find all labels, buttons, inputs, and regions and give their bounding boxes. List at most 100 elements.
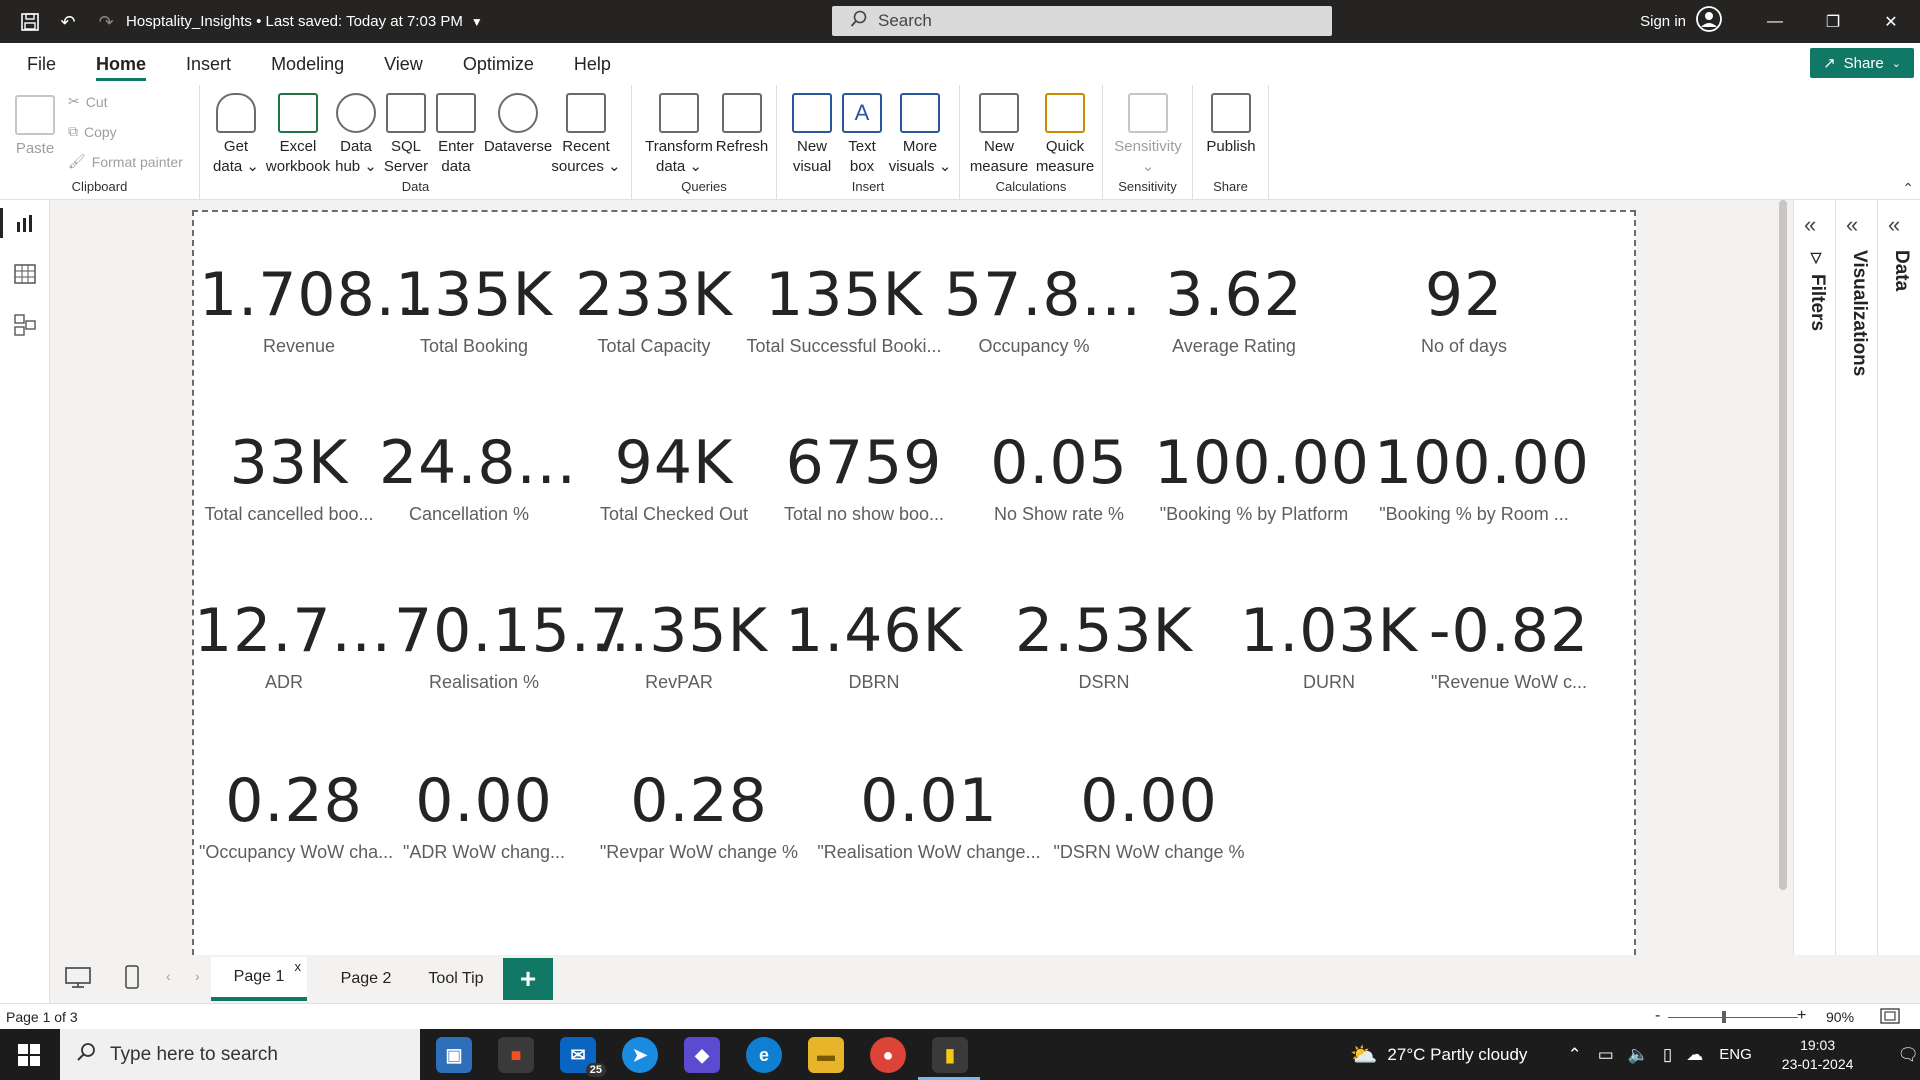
next-page-icon[interactable]: ›	[195, 968, 200, 984]
kpi-card-total-successful-bookings[interactable]: 135K Total Successful Booki...	[744, 260, 944, 357]
quick-measure-button[interactable]: Quick measure	[1032, 93, 1098, 177]
kpi-card-cancellation[interactable]: 24.8... Cancellation %	[379, 428, 576, 525]
kpi-card-realisation-wow-change[interactable]: 0.01 "Realisation WoW change...	[814, 766, 1044, 863]
kpi-card-revenue[interactable]: 1.708... Revenue	[199, 260, 435, 357]
page-tab-tool-tip[interactable]: Tool Tip	[413, 957, 499, 1001]
maximize-button[interactable]: ❐	[1804, 0, 1862, 43]
transform-data-button[interactable]: Transform data ⌄	[642, 93, 716, 177]
minimize-button[interactable]: —	[1746, 0, 1804, 43]
refresh-button[interactable]: Refresh	[712, 93, 772, 157]
text-box-button[interactable]: A Text box	[832, 93, 892, 177]
publish-button[interactable]: Publish	[1201, 93, 1261, 157]
zoom-in-button[interactable]: +	[1797, 1007, 1806, 1025]
kpi-card-no-of-days[interactable]: 92 No of days	[1374, 260, 1554, 357]
redo-icon[interactable]: ↷	[94, 10, 118, 34]
copy-button[interactable]: ⧉ Copy	[68, 123, 117, 140]
notifications-icon[interactable]: 🗨	[1897, 1045, 1919, 1065]
format-painter-button[interactable]: 🖌 Format painter	[68, 153, 183, 170]
cut-button[interactable]: ✂ Cut	[68, 93, 108, 110]
volume-icon[interactable]: 🔈	[1628, 1045, 1649, 1065]
task-view-icon[interactable]: ▣	[436, 1037, 472, 1073]
excel-workbook-button[interactable]: Excel workbook	[262, 93, 334, 177]
zoom-out-button[interactable]: -	[1655, 1007, 1660, 1025]
kpi-card-adr-wow-change[interactable]: 0.00 "ADR WoW chang...	[389, 766, 579, 863]
tab-modeling[interactable]: Modeling	[251, 43, 364, 85]
chrome-icon[interactable]: ●	[870, 1037, 906, 1073]
sensitivity-button[interactable]: Sensitivity ⌄	[1109, 93, 1187, 177]
kpi-card-total-capacity[interactable]: 233K Total Capacity	[564, 260, 744, 357]
kpi-card-average-rating[interactable]: 3.62 Average Rating	[1144, 260, 1324, 357]
dataverse-button[interactable]: Dataverse	[483, 93, 553, 157]
kpi-card-occupancy-wow-change[interactable]: 0.28 "Occupancy WoW cha...	[199, 766, 393, 863]
previous-page-icon[interactable]: ‹	[166, 968, 171, 984]
kpi-card-booking-by-room[interactable]: 100.00 "Booking % by Room ...	[1374, 428, 1589, 525]
canvas-scrollbar[interactable]	[1777, 200, 1789, 900]
language-indicator[interactable]: ENG	[1719, 1046, 1752, 1063]
mobile-layout-icon[interactable]	[125, 965, 139, 994]
expand-filters-icon[interactable]: «	[1804, 212, 1816, 238]
windows-start-icon[interactable]	[18, 1044, 40, 1071]
kpi-card-durn[interactable]: 1.03K DURN	[1239, 596, 1419, 693]
add-page-button[interactable]: +	[503, 958, 553, 1000]
desktop-layout-icon[interactable]	[65, 967, 91, 994]
close-page-icon[interactable]: x	[295, 959, 302, 974]
power-bi-icon[interactable]: ▮	[932, 1037, 968, 1073]
kpi-card-total-no-show-bookings[interactable]: 6759 Total no show boo...	[769, 428, 959, 525]
tab-file[interactable]: File	[0, 43, 76, 85]
sign-in-link[interactable]: Sign in	[1640, 13, 1686, 30]
kpi-card-dbrn[interactable]: 1.46K DBRN	[784, 596, 964, 693]
kpi-card-realisation[interactable]: 70.15... Realisation %	[394, 596, 630, 693]
kpi-card-occupancy[interactable]: 57.8... Occupancy %	[944, 260, 1141, 357]
scrollbar-thumb[interactable]	[1779, 200, 1787, 890]
expand-visualizations-icon[interactable]: «	[1846, 212, 1858, 238]
tab-insert[interactable]: Insert	[166, 43, 251, 85]
network-icon[interactable]: ▭	[1598, 1045, 1614, 1065]
zoom-level[interactable]: 90%	[1826, 1009, 1854, 1025]
tab-view[interactable]: View	[364, 43, 443, 85]
microsoft-store-icon[interactable]: ■	[498, 1037, 534, 1073]
tab-home[interactable]: Home	[76, 43, 166, 85]
new-measure-button[interactable]: New measure	[966, 93, 1032, 177]
kpi-card-dsrn[interactable]: 2.53K DSRN	[1014, 596, 1194, 693]
save-icon[interactable]	[18, 10, 42, 34]
fit-to-page-icon[interactable]	[1880, 1008, 1900, 1027]
mail-icon[interactable]: ✉ 25	[560, 1037, 606, 1077]
kpi-card-total-cancelled-bookings[interactable]: 33K Total cancelled boo...	[199, 428, 379, 525]
table-view-icon[interactable]	[13, 264, 37, 286]
battery-icon[interactable]: ▯	[1663, 1045, 1672, 1065]
expand-data-icon[interactable]: «	[1888, 212, 1900, 238]
kpi-card-dsrn-wow-change[interactable]: 0.00 "DSRN WoW change %	[1049, 766, 1249, 863]
kpi-card-booking-by-platform[interactable]: 100.00 "Booking % by Platform	[1154, 428, 1369, 525]
zoom-slider[interactable]	[1668, 1011, 1798, 1023]
search-input[interactable]: Search	[832, 6, 1332, 36]
more-visuals-button[interactable]: More visuals ⌄	[887, 93, 953, 177]
show-hidden-icons-icon[interactable]: ⌃	[1567, 1045, 1581, 1065]
kpi-card-adr[interactable]: 12.7... ADR	[194, 596, 391, 693]
tab-help[interactable]: Help	[554, 43, 631, 85]
taskbar-search-input[interactable]: Type here to search	[60, 1029, 420, 1080]
kpi-card-revpar[interactable]: 7.35K RevPAR	[589, 596, 769, 693]
kpi-card-total-booking[interactable]: 135K Total Booking	[384, 260, 564, 357]
get-data-button[interactable]: Get data ⌄	[206, 93, 266, 177]
document-title[interactable]: Hosptality_Insights • Last saved: Today …	[126, 13, 483, 30]
page-tab-page-1[interactable]: Page 1 x	[211, 957, 307, 1001]
report-view-icon[interactable]	[13, 214, 37, 236]
close-button[interactable]: ✕	[1862, 0, 1920, 43]
visualizations-pane[interactable]: « Visualizations	[1835, 200, 1877, 955]
model-view-icon[interactable]	[13, 314, 37, 336]
weather-icon[interactable]: ⛅	[1350, 1042, 1377, 1068]
data-pane[interactable]: « Data	[1877, 200, 1920, 955]
copilot-icon[interactable]: ◆	[684, 1037, 720, 1073]
undo-icon[interactable]: ↶	[56, 10, 80, 34]
enter-data-button[interactable]: Enter data	[426, 93, 486, 177]
filters-pane[interactable]: « ▽ Filters	[1793, 200, 1835, 955]
safari-icon[interactable]: ➤	[622, 1037, 658, 1073]
tab-optimize[interactable]: Optimize	[443, 43, 554, 85]
kpi-card-revpar-wow-change[interactable]: 0.28 "Revpar WoW change %	[599, 766, 799, 863]
kpi-card-no-show-rate[interactable]: 0.05 No Show rate %	[969, 428, 1149, 525]
page-tab-page-2[interactable]: Page 2	[321, 957, 411, 1001]
zoom-slider-thumb[interactable]	[1722, 1011, 1726, 1023]
wifi-icon[interactable]: ☁	[1686, 1045, 1703, 1065]
account-icon[interactable]	[1696, 6, 1722, 37]
weather-text[interactable]: 27°C Partly cloudy	[1387, 1045, 1527, 1065]
